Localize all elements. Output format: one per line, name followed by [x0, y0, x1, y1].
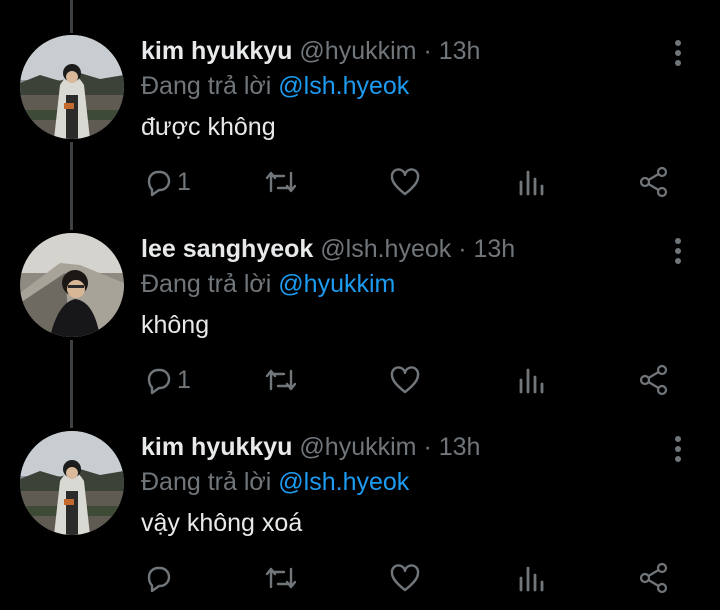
timestamp[interactable]: 13h — [439, 37, 481, 65]
tweet-header: lee sanghyeok @lsh.hyeok · 13h — [141, 235, 515, 264]
tweet-text: vậy không xoá — [141, 509, 303, 537]
tweet[interactable]: lee sanghyeok @lsh.hyeok · 13h Đang trả … — [0, 198, 720, 396]
mention-link[interactable]: @hyukkim — [278, 270, 395, 298]
reply-context: Đang trả lời @lsh.hyeok — [141, 72, 409, 101]
more-options-icon[interactable] — [668, 39, 688, 67]
user-handle[interactable]: @hyukkim — [299, 37, 416, 65]
reply-button[interactable]: 1 — [143, 162, 191, 202]
reply-context: Đang trả lời @hyukkim — [141, 270, 395, 299]
retweet-icon — [265, 369, 297, 391]
views-button[interactable] — [518, 162, 546, 202]
avatar[interactable] — [20, 35, 124, 139]
retweet-button[interactable] — [263, 360, 299, 400]
retweet-button[interactable] — [263, 558, 299, 598]
reply-count: 1 — [177, 365, 191, 394]
avatar[interactable] — [20, 431, 124, 535]
share-icon — [639, 562, 668, 594]
user-handle[interactable]: @hyukkim — [299, 433, 416, 461]
share-icon — [639, 364, 668, 396]
display-name[interactable]: kim hyukkyu — [141, 37, 292, 65]
share-button[interactable] — [638, 162, 670, 202]
tweet[interactable]: kim hyukkyu @hyukkim · 13h Đang trả lời … — [0, 0, 720, 198]
separator-dot: · — [458, 235, 467, 263]
reply-icon — [147, 170, 171, 197]
like-icon — [390, 168, 420, 196]
tweet[interactable]: kim hyukkyu @hyukkim · 13h Đang trả lời … — [0, 396, 720, 594]
action-bar — [0, 558, 720, 602]
share-button[interactable] — [638, 360, 670, 400]
reply-count: 1 — [177, 167, 191, 196]
tweet-header: kim hyukkyu @hyukkim · 13h — [141, 37, 480, 66]
user-handle[interactable]: @lsh.hyeok — [320, 235, 451, 263]
reply-icon — [147, 566, 171, 593]
like-button[interactable] — [389, 162, 421, 202]
reply-context: Đang trả lời @lsh.hyeok — [141, 468, 409, 497]
retweet-button[interactable] — [263, 162, 299, 202]
like-icon — [390, 564, 420, 592]
views-button[interactable] — [518, 558, 546, 598]
timestamp[interactable]: 13h — [474, 235, 516, 263]
like-icon — [390, 366, 420, 394]
retweet-icon — [265, 567, 297, 589]
like-button[interactable] — [389, 360, 421, 400]
like-button[interactable] — [389, 558, 421, 598]
share-icon — [639, 166, 668, 198]
share-button[interactable] — [638, 558, 670, 598]
retweet-icon — [265, 171, 297, 193]
tweet-header: kim hyukkyu @hyukkim · 13h — [141, 433, 480, 462]
more-options-icon[interactable] — [668, 435, 688, 463]
reply-prefix: Đang trả lời — [141, 468, 272, 496]
more-options-icon[interactable] — [668, 237, 688, 265]
separator-dot: · — [423, 37, 432, 65]
mention-link[interactable]: @lsh.hyeok — [278, 468, 409, 496]
reply-prefix: Đang trả lời — [141, 72, 272, 100]
timestamp[interactable]: 13h — [439, 433, 481, 461]
tweet-text: được không — [141, 113, 276, 141]
views-button[interactable] — [518, 360, 546, 400]
reply-button[interactable] — [143, 558, 177, 598]
separator-dot: · — [423, 433, 432, 461]
views-icon — [519, 368, 544, 394]
display-name[interactable]: kim hyukkyu — [141, 433, 292, 461]
reply-icon — [147, 368, 171, 395]
avatar[interactable] — [20, 233, 124, 337]
display-name[interactable]: lee sanghyeok — [141, 235, 313, 263]
reply-button[interactable]: 1 — [143, 360, 191, 400]
views-icon — [519, 170, 544, 196]
views-icon — [519, 566, 544, 592]
tweet-text: không — [141, 311, 210, 339]
mention-link[interactable]: @lsh.hyeok — [278, 72, 409, 100]
reply-prefix: Đang trả lời — [141, 270, 272, 298]
